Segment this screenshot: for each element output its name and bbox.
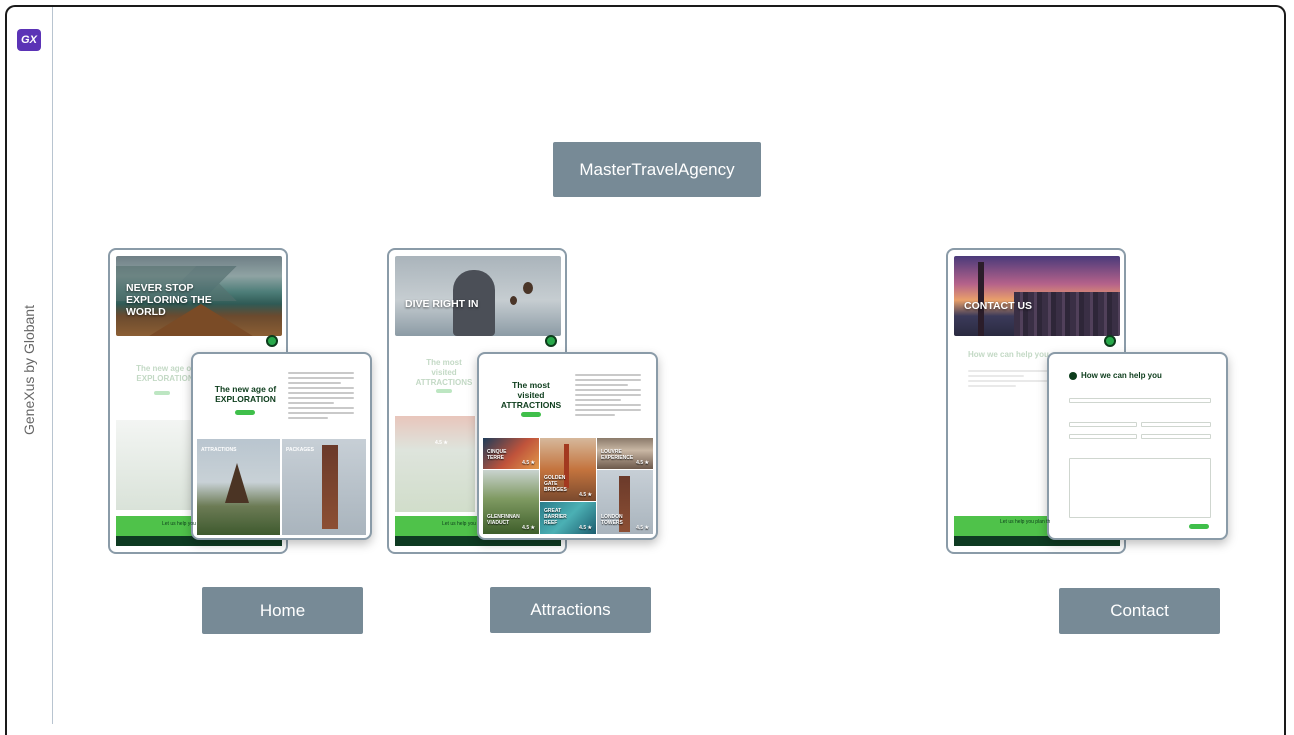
tile-louvre-rating: 4.5 ★ xyxy=(636,460,649,466)
attractions-faded-rating: 4.5 ★ xyxy=(435,440,448,446)
attractions-phone-heading-1: The most xyxy=(512,380,550,390)
attractions-box[interactable]: Attractions xyxy=(490,587,651,633)
home-box[interactable]: Home xyxy=(202,587,363,634)
attractions-phone-pill xyxy=(521,412,541,417)
home-phone-heading-1: The new age of xyxy=(214,384,277,394)
balloon xyxy=(523,282,533,294)
tile-glenfinnan-rating: 4.5 ★ xyxy=(522,525,535,531)
contact-hero-title: CONTACT US xyxy=(964,300,1033,312)
contact-hero-image: CONTACT US xyxy=(954,256,1120,336)
home-phone-text xyxy=(288,372,354,422)
tile-golden-gate[interactable]: GOLDEN GATE BRIDGES 4.5 ★ xyxy=(540,438,596,501)
home-cta-text: Let us help you xyxy=(162,521,196,527)
home-hero-title: NEVER STOP EXPLORING THE WORLD xyxy=(126,282,212,318)
vertical-brand-text: GeneXus by Globant xyxy=(21,305,37,435)
home-packages-tile[interactable]: PACKAGES xyxy=(282,439,366,535)
attractions-hero-image: DIVE RIGHT IN xyxy=(395,256,561,336)
attractions-faded-heading: The most visited ATTRACTIONS xyxy=(415,358,473,387)
home-phone-heading-2: EXPLORATION xyxy=(215,394,276,404)
home-attractions-tile[interactable]: ATTRACTIONS xyxy=(197,439,280,535)
bridge-silhouette xyxy=(978,262,984,336)
tile-louvre-label: LOUVRE EXPERIENCE xyxy=(601,449,634,461)
attractions-faded-pill xyxy=(436,389,452,393)
attractions-faded-tile xyxy=(395,416,475,512)
contact-phone-preview: How we can help you xyxy=(1047,352,1228,540)
tile-glenfinnan[interactable]: GLENFINNAN VIADUCT 4.5 ★ xyxy=(483,470,539,534)
contact-field-4[interactable] xyxy=(1141,434,1211,439)
tile-great-barrier-reef-label: GREAT BARRIER REEF xyxy=(544,508,567,526)
contact-phone-heading: How we can help you xyxy=(1081,371,1162,380)
contact-phone-icon xyxy=(1069,372,1077,380)
home-phone-preview: The new age of EXPLORATION ATTRACTIONS P… xyxy=(191,352,372,540)
tile-london-towers[interactable]: LONDON TOWERS 4.5 ★ xyxy=(597,470,653,534)
contact-message-area[interactable] xyxy=(1069,458,1211,518)
attractions-phone-preview: The most visited ATTRACTIONS CINQUE TERR… xyxy=(477,352,658,540)
attractions-phone-heading-2: visited xyxy=(517,390,545,400)
city-skyline xyxy=(1014,292,1120,336)
master-travel-agency-box[interactable]: MasterTravelAgency xyxy=(553,142,761,197)
tile-cinque-terre-rating: 4.5 ★ xyxy=(522,460,535,466)
contact-chat-dot xyxy=(1104,335,1116,347)
home-tile1-title: ATTRACTIONS xyxy=(201,447,237,453)
contact-faded-lines xyxy=(968,370,1048,390)
home-hero-image: NEVER STOP EXPLORING THE WORLD xyxy=(116,256,282,336)
attractions-chat-dot xyxy=(545,335,557,347)
tile-cinque-terre[interactable]: CINQUE TERRE 4.5 ★ xyxy=(483,438,539,469)
home-faded-heading: The new age of EXPLORATION xyxy=(136,364,194,383)
home-chat-dot xyxy=(266,335,278,347)
tile-great-barrier-reef[interactable]: GREAT BARRIER REEF 4.5 ★ xyxy=(540,502,596,534)
home-faded-pill xyxy=(154,391,170,395)
attractions-cta-text: Let us help you xyxy=(442,521,476,527)
contact-field-1[interactable] xyxy=(1069,422,1137,427)
pagoda xyxy=(225,463,249,503)
contact-field-3[interactable] xyxy=(1069,434,1137,439)
tile-great-barrier-reef-rating: 4.5 ★ xyxy=(579,525,592,531)
tile-london-towers-label: LONDON TOWERS xyxy=(601,514,623,526)
attractions-phone-heading-3: ATTRACTIONS xyxy=(500,400,562,410)
big-ben xyxy=(322,445,338,529)
tile-golden-gate-rating: 4.5 ★ xyxy=(579,492,592,498)
contact-box[interactable]: Contact xyxy=(1059,588,1220,634)
contact-field-name[interactable] xyxy=(1069,398,1211,403)
genexus-logo: GX xyxy=(17,29,41,51)
tile-golden-gate-label: GOLDEN GATE BRIDGES xyxy=(544,475,567,493)
home-faded-temple xyxy=(116,420,196,510)
tile-cinque-terre-label: CINQUE TERRE xyxy=(487,449,507,461)
attractions-hero-title: DIVE RIGHT IN xyxy=(405,298,479,310)
tile-louvre[interactable]: LOUVRE EXPERIENCE 4.5 ★ xyxy=(597,438,653,469)
contact-field-2[interactable] xyxy=(1141,422,1211,427)
attractions-phone-text xyxy=(575,374,641,419)
tile-london-towers-rating: 4.5 ★ xyxy=(636,525,649,531)
home-tile2-title: PACKAGES xyxy=(286,447,314,453)
contact-send-button[interactable] xyxy=(1189,524,1209,529)
home-phone-pill xyxy=(235,410,255,415)
tile-glenfinnan-label: GLENFINNAN VIADUCT xyxy=(487,514,520,526)
contact-cta-text: Let us help you plan th xyxy=(1000,519,1051,525)
